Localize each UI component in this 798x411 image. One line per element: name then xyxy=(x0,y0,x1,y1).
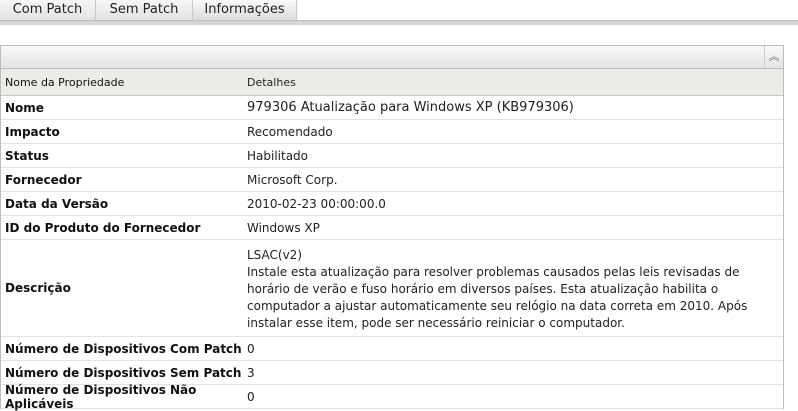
property-label: Fornecedor xyxy=(5,172,82,187)
property-value: 3 xyxy=(247,365,255,380)
property-label: ID do Produto do Fornecedor xyxy=(5,220,201,235)
tab-bar: Com Patch Sem Patch Informações xyxy=(0,0,798,20)
property-label: Impacto xyxy=(5,124,60,139)
property-label: Data da Versão xyxy=(5,196,109,211)
tab-bar-divider xyxy=(0,20,798,25)
property-label: Descrição xyxy=(5,281,71,295)
table-row: Status Habilitado xyxy=(1,144,783,168)
tab-com-patch[interactable]: Com Patch xyxy=(0,0,96,20)
table-row: Data da Versão 2010-02-23 00:00:00.0 xyxy=(1,192,783,216)
table-row: Impacto Recomendado xyxy=(1,120,783,144)
property-value: Microsoft Corp. xyxy=(247,172,338,187)
column-header-property: Nome da Propriedade xyxy=(5,75,125,89)
property-value: Recomendado xyxy=(247,124,333,139)
description-title: LSAC(v2) xyxy=(247,247,303,262)
property-label: Número de Dispositivos Sem Patch xyxy=(5,365,242,380)
table-row: Número de Dispositivos Sem Patch 3 xyxy=(1,361,783,385)
table-row: Número de Dispositivos Não Aplicáveis 0 xyxy=(1,382,783,411)
tab-informacoes[interactable]: Informações xyxy=(193,0,297,20)
property-value: 0 xyxy=(247,389,255,404)
description-text: Instale esta atualização para resolver p… xyxy=(247,264,748,330)
property-label: Número de Dispositivos Não Aplicáveis xyxy=(5,382,197,411)
property-value: 2010-02-23 00:00:00.0 xyxy=(247,196,386,211)
table-row: Nome 979306 Atualização para Windows XP (… xyxy=(1,96,783,120)
property-value: 0 xyxy=(247,341,255,356)
table-row: ID do Produto do Fornecedor Windows XP xyxy=(1,216,783,240)
property-label: Status xyxy=(5,148,49,163)
column-header-details: Detalhes xyxy=(247,75,296,89)
panel-toolbar: ︽ xyxy=(1,46,783,69)
table-row: Fornecedor Microsoft Corp. xyxy=(1,168,783,192)
property-value: Windows XP xyxy=(247,220,320,235)
description-value: LSAC(v2) Instale esta atualização para r… xyxy=(243,245,783,332)
collapse-up-icon[interactable]: ︽ xyxy=(764,46,783,68)
table-row: Número de Dispositivos Com Patch 0 xyxy=(1,337,783,361)
properties-panel: ︽ Nome da Propriedade Detalhes Nome 97930… xyxy=(0,45,784,411)
table-row-description: Descrição LSAC(v2) Instale esta atualiza… xyxy=(1,240,783,337)
property-label: Nome xyxy=(5,100,44,115)
property-label: Número de Dispositivos Com Patch xyxy=(5,341,242,356)
table-header: Nome da Propriedade Detalhes xyxy=(1,69,783,96)
property-value: Habilitado xyxy=(247,148,309,163)
property-value: 979306 Atualização para Windows XP (KB97… xyxy=(247,100,574,115)
tab-sem-patch[interactable]: Sem Patch xyxy=(96,0,193,20)
